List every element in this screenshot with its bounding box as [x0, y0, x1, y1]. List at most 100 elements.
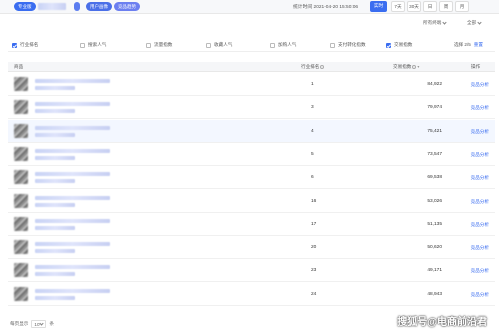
table-row[interactable]: 5 73,547 竞品分析 [8, 142, 495, 166]
checkbox-icon[interactable] [206, 42, 211, 48]
table-row[interactable]: 20 50,620 竞品分析 [8, 236, 495, 260]
header-product: 商品 [14, 64, 24, 69]
blurred-product-title[interactable] [35, 172, 110, 177]
blurred-product-title[interactable] [35, 195, 110, 200]
checkbox-icon[interactable] [270, 42, 275, 48]
checkbox-icon[interactable] [80, 42, 85, 48]
metric-cart-popularity[interactable]: 加购人气 [270, 42, 296, 48]
realtime-button[interactable]: 实时 [370, 1, 387, 12]
trade-index-cell: 84,922 [427, 82, 442, 87]
product-thumbnail[interactable] [14, 240, 28, 255]
metric-search-popularity[interactable]: 搜索人气 [80, 42, 106, 48]
product-thumbnail[interactable] [14, 193, 28, 208]
period-week[interactable]: 周 [439, 1, 453, 12]
rank-cell: 17 [311, 221, 317, 227]
marker-icon [74, 2, 80, 11]
period-7d[interactable]: 7天 [391, 1, 405, 12]
header-rank[interactable]: 行业排名 [301, 64, 325, 70]
chevron-down-icon [39, 320, 45, 326]
rank-cell: 1 [311, 82, 314, 87]
competitor-analysis-link[interactable]: 竞品分析 [471, 222, 489, 228]
rank-cell: 23 [311, 268, 317, 274]
blurred-product-title[interactable] [35, 102, 110, 107]
metric-selector: 行业排名 搜索人气 流量指数 收藏人气 加购人气 支付转化指数 交易指数 选择 … [8, 40, 495, 52]
table-row[interactable]: 24 48,943 竞品分析 [8, 282, 495, 306]
table-row[interactable]: 23 49,171 竞品分析 [8, 259, 495, 283]
checkbox-icon[interactable] [146, 42, 151, 48]
competitor-analysis-link[interactable]: 竞品分析 [471, 152, 489, 158]
table-row[interactable]: 4 75,421 竞品分析 [8, 119, 495, 143]
blurred-product-subtitle [35, 109, 75, 114]
period-30d[interactable]: 30天 [407, 1, 421, 12]
pagination-footer: 每页显示 10 条 [10, 320, 54, 328]
trade-index-cell: 69,538 [427, 175, 442, 181]
header-value-label: 交易指数 [393, 64, 412, 69]
category-tag[interactable]: 专业版 [14, 2, 36, 11]
rank-cell: 6 [311, 175, 314, 181]
blurred-product-title[interactable] [35, 265, 110, 270]
trade-index-cell: 75,421 [427, 128, 442, 134]
table-row[interactable]: 1 84,922 竞品分析 [8, 73, 495, 96]
trade-index-cell: 53,026 [427, 198, 442, 204]
blurred-product-title[interactable] [35, 288, 110, 293]
channel-select[interactable]: 所有终端 [423, 19, 448, 26]
selection-count: 选择 2/5 [453, 42, 471, 47]
blurred-product-title[interactable] [35, 79, 110, 83]
page-size-unit: 条 [49, 321, 54, 326]
blurred-product-title[interactable] [35, 148, 110, 153]
competitor-analysis-link[interactable]: 竞品分析 [471, 199, 489, 205]
rank-cell: 16 [311, 198, 317, 204]
metric-trade-index[interactable]: 交易指数 [386, 42, 412, 48]
metric-label: 交易指数 [394, 42, 413, 47]
competitor-analysis-link[interactable]: 竞品分析 [471, 105, 489, 111]
product-thumbnail[interactable] [14, 146, 28, 161]
table-row[interactable]: 6 69,538 竞品分析 [8, 166, 495, 190]
chevron-down-icon [442, 19, 448, 25]
product-thumbnail[interactable] [14, 263, 28, 278]
competitor-analysis-link[interactable]: 竞品分析 [471, 129, 489, 135]
metric-industry-rank[interactable]: 行业排名 [12, 42, 38, 48]
period-day[interactable]: 日 [423, 1, 437, 12]
chevron-down-icon [477, 19, 482, 25]
product-thumbnail[interactable] [14, 170, 28, 185]
blurred-product-subtitle [35, 86, 75, 90]
scope-select[interactable]: 全部 [467, 19, 482, 26]
blurred-product-title[interactable] [35, 242, 110, 247]
product-thumbnail[interactable] [14, 216, 28, 231]
metric-favorite-popularity[interactable]: 收藏人气 [206, 42, 232, 48]
blurred-product-subtitle [35, 202, 75, 207]
reset-link[interactable]: 重置 [474, 42, 483, 48]
checkbox-checked-icon[interactable] [386, 42, 391, 48]
info-icon [320, 64, 325, 69]
tab-product-trend[interactable]: 竞品趋势 [114, 2, 140, 11]
table-row[interactable]: 3 79,974 竞品分析 [8, 96, 495, 120]
metric-traffic-index[interactable]: 流量指数 [146, 42, 172, 48]
competitor-analysis-link[interactable]: 竞品分析 [471, 175, 489, 181]
product-thumbnail[interactable] [14, 286, 28, 301]
trade-index-cell: 50,620 [427, 245, 442, 251]
page-size-label: 每页显示 [10, 321, 29, 326]
stat-time: 统计时间 2021-04-20 15:50:06 [293, 5, 359, 10]
table-row[interactable]: 17 51,135 竞品分析 [8, 212, 495, 236]
metric-label: 收藏人气 [214, 42, 233, 47]
competitor-analysis-link[interactable]: 竞品分析 [471, 82, 489, 88]
period-month[interactable]: 月 [455, 1, 469, 12]
tab-user-portrait[interactable]: 用户画像 [86, 2, 112, 11]
header-value[interactable]: 交易指数 ▾ [393, 64, 419, 70]
product-thumbnail[interactable] [14, 123, 28, 138]
table-row[interactable]: 16 53,026 竞品分析 [8, 189, 495, 213]
blurred-product-subtitle [35, 132, 75, 137]
channel-select-value: 所有终端 [423, 20, 442, 25]
blurred-product-title[interactable] [35, 125, 110, 130]
product-thumbnail[interactable] [14, 100, 28, 115]
page-size-select[interactable]: 10 [31, 320, 47, 328]
competitor-analysis-link[interactable]: 竞品分析 [471, 292, 489, 298]
competitor-analysis-link[interactable]: 竞品分析 [471, 268, 489, 274]
metric-pay-conversion[interactable]: 支付转化指数 [330, 42, 366, 48]
checkbox-icon[interactable] [330, 42, 335, 48]
product-thumbnail[interactable] [14, 77, 28, 91]
checkbox-checked-icon[interactable] [12, 42, 17, 48]
competitor-analysis-link[interactable]: 竞品分析 [471, 245, 489, 251]
blurred-product-subtitle [35, 225, 75, 230]
blurred-product-title[interactable] [35, 218, 110, 223]
